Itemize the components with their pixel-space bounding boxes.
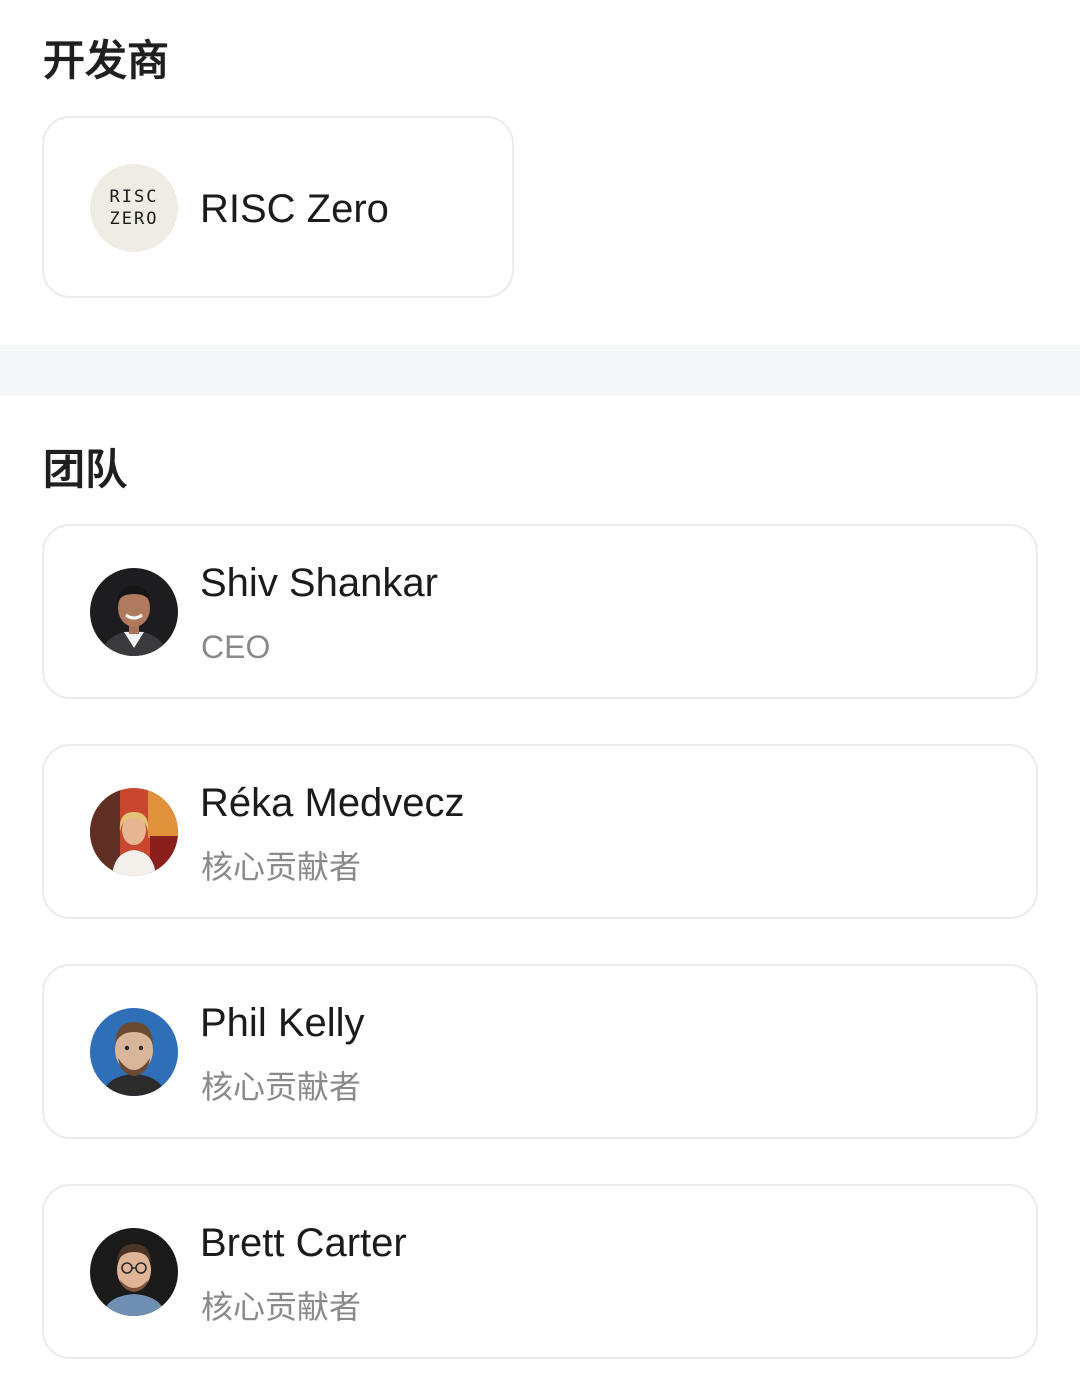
team-section-title: 团队 (43, 446, 128, 493)
logo-text-line2: ZERO (109, 209, 159, 229)
avatar-photo-icon (90, 1228, 178, 1316)
member-role: 核心贡献者 (201, 1069, 362, 1105)
avatar-photo-icon (90, 1008, 178, 1096)
member-name: Brett Carter (200, 1221, 407, 1265)
avatar-photo-icon (90, 568, 178, 656)
developer-section-title: 开发商 (43, 37, 170, 84)
member-role: 核心贡献者 (201, 1289, 362, 1325)
member-role: CEO (201, 629, 271, 665)
section-divider (0, 345, 1080, 396)
team-member-card[interactable]: Brett Carter 核心贡献者 (42, 1184, 1038, 1359)
team-member-card[interactable]: Réka Medvecz 核心贡献者 (42, 744, 1038, 919)
developer-card-risc-zero[interactable]: RISC ZERO RISC Zero (42, 116, 514, 298)
team-member-card[interactable]: Shiv Shankar CEO (42, 524, 1038, 699)
member-name: Shiv Shankar (200, 561, 438, 605)
avatar-photo-icon (90, 788, 178, 876)
member-role: 核心贡献者 (201, 849, 362, 885)
risc-zero-logo: RISC ZERO (90, 164, 178, 252)
member-name: Réka Medvecz (200, 781, 465, 825)
developer-name: RISC Zero (200, 187, 389, 231)
logo-text-line1: RISC (109, 187, 159, 207)
member-name: Phil Kelly (200, 1001, 365, 1045)
team-member-card[interactable]: Phil Kelly 核心贡献者 (42, 964, 1038, 1139)
